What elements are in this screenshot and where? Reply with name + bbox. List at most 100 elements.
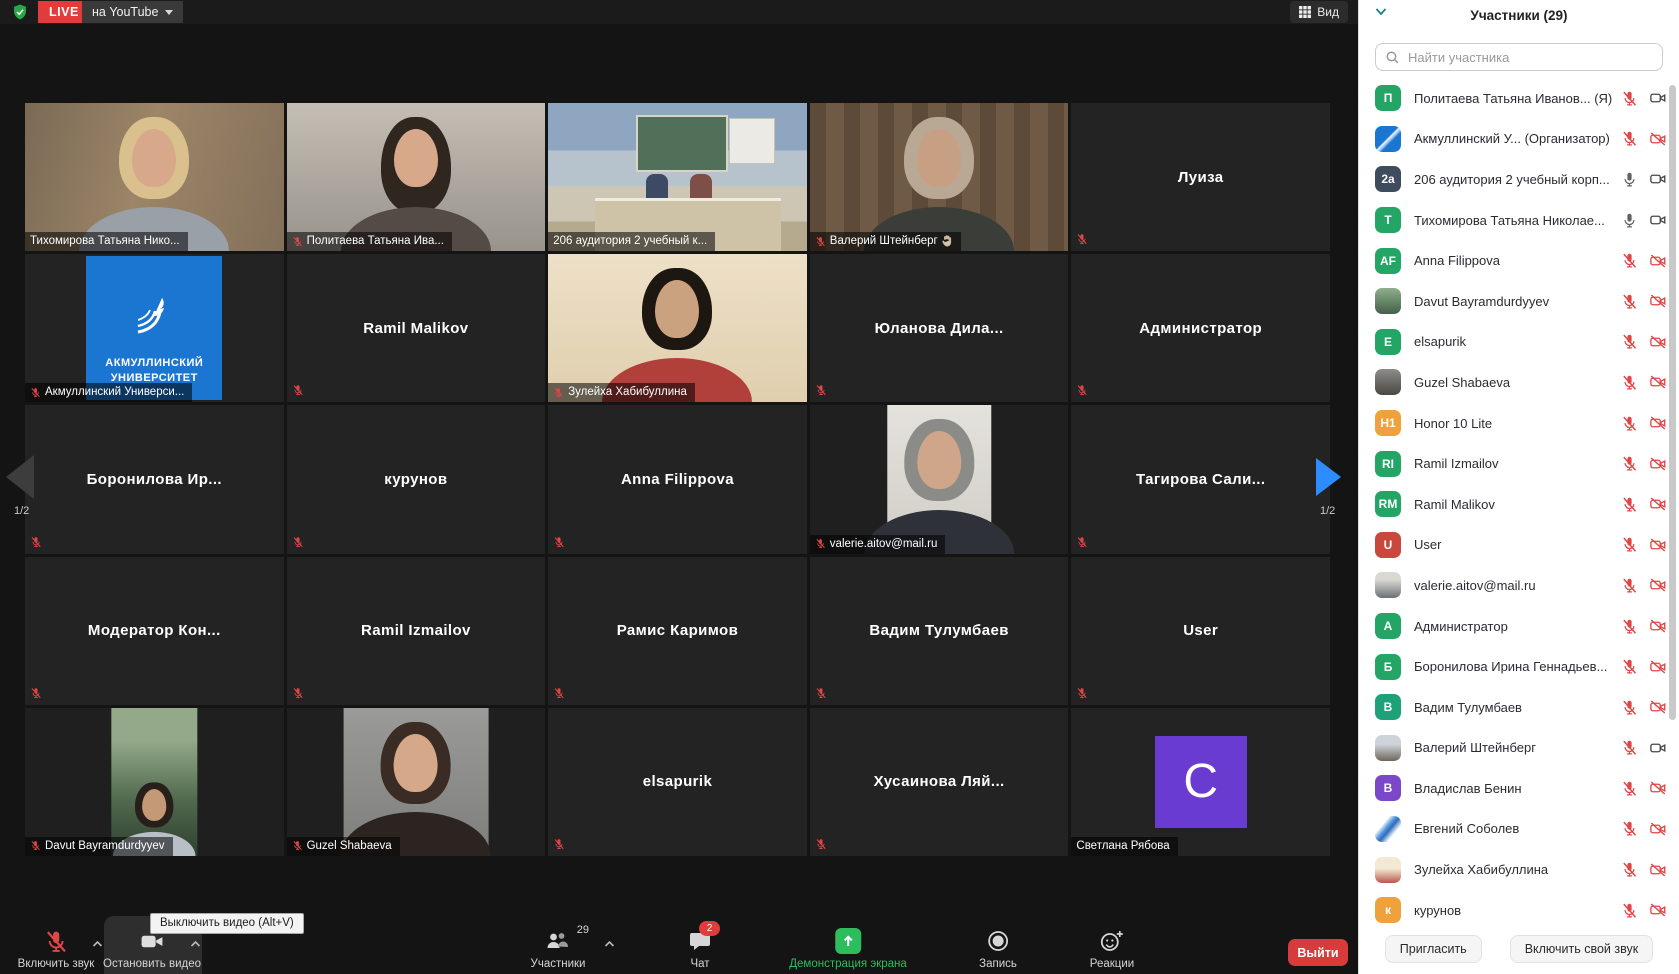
video-tile[interactable]: CСветлана Рябова <box>1071 708 1330 856</box>
video-tile[interactable]: Anna Filippova <box>548 405 807 553</box>
video-tile[interactable]: Юланова Дила... <box>810 254 1069 402</box>
video-tile[interactable]: Вадим Тулумбаев <box>810 557 1069 705</box>
participant-name: 206 аудитория 2 учебный корп... <box>1414 172 1615 187</box>
security-shield-icon[interactable] <box>11 3 29 21</box>
participant-row[interactable]: RMRamil Malikov <box>1359 484 1679 525</box>
video-tile[interactable]: Рамис Каримов <box>548 557 807 705</box>
unmute-button[interactable]: Включить звук <box>18 928 95 970</box>
leave-button[interactable]: Выйти <box>1288 939 1348 966</box>
video-tile[interactable]: 206 аудитория 2 учебный к... <box>548 103 807 251</box>
participant-row[interactable]: RIRamil Izmailov <box>1359 443 1679 484</box>
participant-row[interactable]: 2a206 аудитория 2 учебный корп... <box>1359 159 1679 200</box>
video-tile[interactable]: Davut Bayramdurdyyev <box>25 708 284 856</box>
reactions-button[interactable]: Реакции <box>1090 928 1134 970</box>
participant-video-feed <box>287 103 546 251</box>
chat-button[interactable]: 2 Чат <box>688 928 712 970</box>
prev-page-button[interactable] <box>6 455 34 499</box>
video-tile[interactable]: User <box>1071 557 1330 705</box>
participant-row[interactable]: Guzel Shabaeva <box>1359 362 1679 403</box>
video-tile[interactable]: Валерий Штейнберг <box>810 103 1069 251</box>
mic-status-icon <box>292 536 304 548</box>
participant-row[interactable]: ТТихомирова Татьяна Николае... <box>1359 200 1679 241</box>
invite-button[interactable]: Пригласить <box>1385 935 1482 963</box>
video-options-chevron[interactable] <box>190 940 201 948</box>
video-tile[interactable]: valerie.aitov@mail.ru <box>810 405 1069 553</box>
mic-status-icon <box>1621 455 1638 472</box>
camera-status-icon <box>1649 698 1667 716</box>
video-tile[interactable]: Хусаинова Ляй... <box>810 708 1069 856</box>
collapse-panel-chevron-icon[interactable] <box>1375 7 1387 16</box>
participant-row[interactable]: Валерий Штейнберг <box>1359 728 1679 769</box>
participants-button[interactable]: 29 Участники <box>531 928 586 970</box>
video-tile[interactable]: Боронилова Ир... <box>25 405 284 553</box>
participant-row[interactable]: Eelsapurik <box>1359 322 1679 363</box>
video-tile[interactable]: Луиза <box>1071 103 1330 251</box>
participant-row[interactable]: AАдминистратор <box>1359 606 1679 647</box>
participant-row[interactable]: Davut Bayramdurdyyev <box>1359 281 1679 322</box>
stop-video-button[interactable]: Остановить видео <box>103 928 201 970</box>
participant-row[interactable]: H1Honor 10 Lite <box>1359 403 1679 444</box>
mic-status-icon <box>1621 618 1638 635</box>
tile-participant-name: Боронилова Ир... <box>25 405 284 553</box>
camera-status-icon <box>1649 292 1667 310</box>
participant-status-icons <box>1621 414 1667 432</box>
mic-status-icon <box>1076 233 1088 245</box>
youtube-stream-selector[interactable]: на YouTube <box>82 1 183 23</box>
video-tile[interactable]: Тихомирова Татьяна Нико... <box>25 103 284 251</box>
muted-mic-indicator <box>1076 384 1088 396</box>
mic-status-icon <box>1621 415 1638 432</box>
participant-search-input[interactable] <box>1406 49 1652 66</box>
participant-name: elsapurik <box>1414 334 1615 349</box>
participants-options-chevron[interactable] <box>604 940 615 948</box>
camera-status-icon <box>1649 820 1667 838</box>
video-tile[interactable]: Модератор Кон... <box>25 557 284 705</box>
participant-row[interactable]: Акмуллинский У... (Организатор) <box>1359 119 1679 160</box>
mic-status-icon <box>1621 902 1638 919</box>
unmute-self-button[interactable]: Включить свой звук <box>1510 935 1654 963</box>
next-page-button[interactable] <box>1316 458 1341 496</box>
view-button[interactable]: Вид <box>1290 1 1348 23</box>
camera-status-icon <box>1649 211 1667 229</box>
video-tile[interactable]: АКМУЛЛИНСКИЙУНИВЕРСИТЕТ Акмуллинский Уни… <box>25 254 284 402</box>
participant-row[interactable]: ББоронилова Ирина Геннадьев... <box>1359 646 1679 687</box>
participant-status-icons <box>1621 455 1667 473</box>
participant-video-feed <box>25 708 284 856</box>
participant-row[interactable]: UUser <box>1359 525 1679 566</box>
video-tile[interactable]: elsapurik <box>548 708 807 856</box>
camera-status-icon <box>1649 861 1667 879</box>
participant-row[interactable]: ППолитаева Татьяна Иванов... (Я) <box>1359 78 1679 119</box>
participant-video-feed <box>810 405 1069 553</box>
panel-scrollbar[interactable] <box>1669 85 1676 720</box>
video-tile[interactable]: Администратор <box>1071 254 1330 402</box>
participant-video-feed <box>548 103 807 251</box>
video-tile[interactable]: Ramil Izmailov <box>287 557 546 705</box>
record-button[interactable]: Запись <box>979 928 1017 970</box>
share-screen-button[interactable]: Демонстрация экрана <box>789 928 907 970</box>
video-tile[interactable]: Политаева Татьяна Ива... <box>287 103 546 251</box>
avatar <box>1375 288 1401 314</box>
video-tile[interactable]: курунов <box>287 405 546 553</box>
mic-status-icon <box>1621 536 1638 553</box>
participant-row[interactable]: Зулейха Хабибуллина <box>1359 849 1679 890</box>
participant-row[interactable]: valerie.aitov@mail.ru <box>1359 565 1679 606</box>
participant-row[interactable]: ккурунов <box>1359 890 1679 924</box>
participant-row[interactable]: AFAnna Filippova <box>1359 240 1679 281</box>
mic-options-chevron[interactable] <box>92 940 103 948</box>
mic-status-icon <box>1621 496 1638 513</box>
video-tile[interactable]: Ramil Malikov <box>287 254 546 402</box>
avatar <box>1375 126 1401 152</box>
mic-status-icon <box>30 687 42 699</box>
chat-icon: 2 <box>688 928 712 954</box>
video-tile[interactable]: Зулейха Хабибуллина <box>548 254 807 402</box>
video-tile[interactable]: Тагирова Сали... <box>1071 405 1330 553</box>
participant-row[interactable]: ВВладислав Бенин <box>1359 768 1679 809</box>
camera-status-icon <box>1649 901 1667 919</box>
participant-video-feed <box>25 103 284 251</box>
participant-row[interactable]: ВВадим Тулумбаев <box>1359 687 1679 728</box>
participant-status-icons <box>1621 576 1667 594</box>
participant-row[interactable]: Евгений Соболев <box>1359 809 1679 850</box>
muted-mic-indicator <box>553 536 565 548</box>
video-tile[interactable]: Guzel Shabaeva <box>287 708 546 856</box>
record-icon <box>986 928 1010 954</box>
camera-status-icon <box>1649 333 1667 351</box>
